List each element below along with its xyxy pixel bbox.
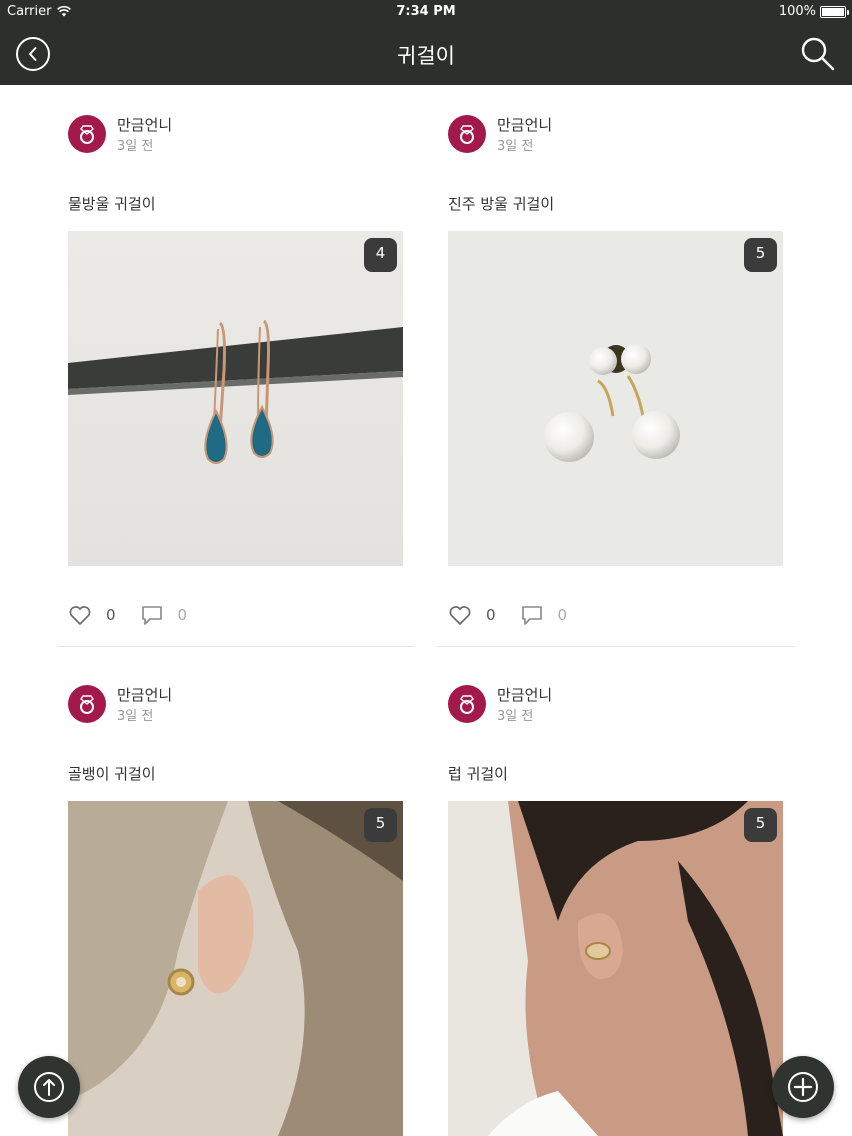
page-title: 귀걸이 (397, 44, 455, 68)
heart-icon[interactable] (448, 603, 472, 627)
battery-percent: 100% (778, 4, 816, 19)
like-count: 0 (486, 606, 496, 624)
search-icon (801, 37, 835, 71)
post-author[interactable]: 만금언니 3일 전 (448, 115, 552, 157)
ear-stud-photo (448, 801, 783, 1136)
like-count: 0 (106, 606, 116, 624)
post-time: 3일 전 (497, 139, 534, 154)
pearl-earring-photo (448, 231, 783, 566)
ring-logo-icon (80, 695, 94, 714)
post-author[interactable]: 만금언니 3일 전 (68, 685, 172, 727)
ring-logo-icon (460, 695, 474, 714)
avatar[interactable] (448, 115, 486, 153)
post-photo[interactable]: 5 (68, 801, 403, 1136)
battery-info: 100% (778, 4, 849, 19)
post-title[interactable]: 물방울 귀걸이 (68, 193, 156, 214)
post-actions: 0 0 (68, 602, 211, 628)
arrow-up-circle-icon (34, 1072, 64, 1102)
clock: 7:34 PM (396, 4, 456, 19)
post-title[interactable]: 진주 방울 귀걸이 (448, 193, 554, 214)
author-name[interactable]: 만금언니 (117, 685, 172, 705)
search-button[interactable] (800, 36, 836, 72)
post-card[interactable]: 만금언니 3일 전 골뱅이 귀걸이 5 (57, 655, 415, 1136)
post-title[interactable]: 골뱅이 귀걸이 (68, 763, 156, 784)
post-feed[interactable]: 만금언니 3일 전 물방울 귀걸이 4 0 0 만금언니 3일 전 진주 방울 … (0, 85, 852, 1136)
add-post-button[interactable] (772, 1056, 834, 1118)
card-divider (57, 646, 415, 647)
post-time: 3일 전 (117, 709, 154, 724)
ring-logo-icon (80, 125, 94, 144)
post-time: 3일 전 (497, 709, 534, 724)
comment-icon[interactable] (520, 603, 544, 627)
post-card[interactable]: 만금언니 3일 전 럽 귀걸이 5 (437, 655, 795, 1136)
post-photo[interactable]: 4 (68, 231, 403, 566)
comment-count: 0 (177, 606, 188, 624)
post-author[interactable]: 만금언니 3일 전 (68, 115, 172, 157)
post-card[interactable]: 만금언니 3일 전 물방울 귀걸이 4 0 0 (57, 85, 415, 647)
comment-icon[interactable] (140, 603, 164, 627)
post-time: 3일 전 (117, 139, 154, 154)
scroll-top-button[interactable] (18, 1056, 80, 1118)
author-name[interactable]: 만금언니 (497, 685, 552, 705)
post-card[interactable]: 만금언니 3일 전 진주 방울 귀걸이 5 0 0 (437, 85, 795, 647)
earring-photo (68, 231, 403, 566)
plus-circle-icon (788, 1072, 818, 1102)
nav-bar: 귀걸이 (0, 24, 852, 85)
image-count-badge: 5 (364, 808, 397, 842)
card-divider (437, 646, 795, 647)
post-photo[interactable]: 5 (448, 231, 783, 566)
post-photo[interactable]: 5 (448, 801, 783, 1136)
image-count-badge: 4 (364, 238, 397, 272)
post-author[interactable]: 만금언니 3일 전 (448, 685, 552, 727)
comment-count: 0 (557, 606, 568, 624)
post-actions: 0 0 (448, 602, 591, 628)
image-count-badge: 5 (744, 238, 777, 272)
status-bar: Carrier 7:34 PM 100% (0, 0, 852, 24)
ring-logo-icon (460, 125, 474, 144)
image-count-badge: 5 (744, 808, 777, 842)
heart-icon[interactable] (68, 603, 92, 627)
ear-earring-photo (68, 801, 403, 1136)
battery-icon (820, 5, 849, 18)
avatar[interactable] (68, 685, 106, 723)
avatar[interactable] (448, 685, 486, 723)
top-bar: Carrier 7:34 PM 100% 귀걸이 (0, 0, 852, 85)
author-name[interactable]: 만금언니 (497, 115, 552, 135)
author-name[interactable]: 만금언니 (117, 115, 172, 135)
post-title[interactable]: 럽 귀걸이 (448, 763, 508, 784)
avatar[interactable] (68, 115, 106, 153)
